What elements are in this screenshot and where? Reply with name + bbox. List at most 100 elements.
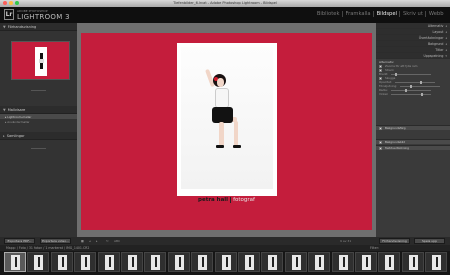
offset-slider[interactable]	[400, 84, 441, 88]
thumbnail-figure	[38, 257, 41, 267]
photo-shoe	[233, 145, 241, 148]
text-overlay-checkbox[interactable]	[379, 146, 382, 150]
filmstrip-thumbnail[interactable]	[331, 252, 354, 272]
collapse-triangle-icon: ◂	[445, 29, 447, 34]
play-button[interactable]: Spela upp	[414, 238, 445, 244]
slider-knob[interactable]	[410, 84, 413, 88]
slider-knob[interactable]	[421, 92, 424, 96]
collapse-triangle-icon: ◂	[445, 47, 447, 52]
template-list: ▸ Lightroom-mallar ▸ Användarmallar	[0, 114, 77, 124]
filmstrip-thumbnail[interactable]	[214, 252, 237, 272]
filmstrip-thumbnail[interactable]	[74, 252, 97, 272]
template-folder-label: Användarmallar	[7, 119, 30, 124]
collections-panel-title: Samlingar	[6, 133, 25, 138]
export-pdf-button[interactable]: Exportera PDF...	[4, 238, 35, 244]
identity-plate[interactable]: petra hall fotograf	[81, 196, 372, 204]
template-folder-user[interactable]: ▸ Användarmallar	[0, 119, 77, 124]
photo-shoe	[216, 145, 224, 148]
thumbnail-figure	[295, 257, 298, 267]
templates-panel-header[interactable]: ▼ Mallvisare	[0, 106, 77, 114]
templates-panel: ▼ Mallvisare	[0, 106, 77, 114]
module-web[interactable]: Webb	[426, 11, 446, 17]
play-icon[interactable]: ▸	[96, 238, 98, 244]
thumbnail-figure	[389, 257, 392, 267]
zoom-to-fill-checkbox[interactable]	[379, 64, 382, 68]
module-develop[interactable]: Framkalla	[343, 11, 373, 17]
option-label: Bakgrundsfärg	[385, 126, 406, 130]
option-label: Textövertäckning	[385, 146, 409, 150]
section-title: Övertäckningar	[418, 35, 444, 40]
photo-skirt	[212, 107, 233, 123]
panel-end-ornament	[31, 89, 46, 91]
previous-slide-icon[interactable]: ◂	[89, 238, 91, 244]
filmstrip-thumbnail[interactable]	[4, 252, 26, 272]
module-picker: Bibliotek Framkalla Bildspel Skriv ut We…	[314, 11, 446, 17]
stop-icon[interactable]: ■	[81, 238, 84, 244]
filmstrip-thumbnail[interactable]	[144, 252, 167, 272]
filmstrip-thumbnail[interactable]	[27, 252, 50, 272]
slide-counter: 9 av 31	[340, 239, 352, 243]
background-image-row[interactable]: Bakgrundsbild	[376, 139, 450, 144]
right-panel: Alternativ ◂ Layout ◂ Övertäckningar ◂ Bakg…	[376, 23, 450, 237]
opacity-slider[interactable]	[394, 80, 435, 84]
preview-figure-top	[39, 59, 44, 63]
lightroom-logo: Lr	[4, 9, 14, 20]
width-slider[interactable]	[391, 72, 432, 76]
expand-triangle-icon: ▼	[3, 24, 6, 29]
filmstrip-thumbnail[interactable]	[308, 252, 331, 272]
templates-panel-title: Mallvisare	[7, 107, 26, 112]
identity-plate-name: petra hall	[198, 197, 229, 203]
preview-button[interactable]: Förhandsvisning	[379, 238, 410, 244]
angle-slider[interactable]	[391, 92, 432, 96]
preview-paper	[35, 47, 47, 76]
filmstrip-thumbnail[interactable]	[401, 252, 424, 272]
filmstrip-thumbnail[interactable]	[97, 252, 120, 272]
module-print[interactable]: Skriv ut	[400, 11, 425, 17]
preview-panel-title: Förhandsvisning	[7, 24, 37, 29]
template-folder-label: Lightroom-mallar	[7, 114, 32, 119]
identity-plate-divider	[230, 196, 232, 203]
background-image-checkbox[interactable]	[379, 140, 382, 144]
photo-face	[217, 78, 224, 87]
thumbnail-figure	[412, 257, 415, 267]
thumbnail-figure	[155, 257, 158, 267]
radius-slider[interactable]	[390, 88, 431, 92]
preview-panel-header[interactable]: ▼ Förhandsvisning	[0, 23, 77, 31]
background-color-checkbox[interactable]	[379, 126, 382, 130]
section-title: Titlar	[435, 47, 444, 52]
filmstrip-thumbnail[interactable]	[191, 252, 214, 272]
filmstrip-thumbnail[interactable]	[425, 252, 448, 272]
filmstrip-thumbnail[interactable]	[355, 252, 377, 272]
expand-triangle-icon: ▸	[3, 133, 5, 138]
collections-panel-header[interactable]: ▸ Samlingar	[0, 132, 77, 140]
slider-knob[interactable]	[419, 80, 422, 84]
section-title: Layout	[432, 29, 444, 34]
filmstrip-thumbnail[interactable]	[238, 252, 260, 272]
filmstrip-thumbnail[interactable]	[261, 252, 284, 272]
app-name: LIGHTROOM 3	[17, 13, 70, 21]
thumbnail-figure	[15, 257, 17, 267]
thumbnail-figure	[319, 257, 322, 267]
text-overlay-button[interactable]: ABC	[114, 238, 120, 244]
export-video-button[interactable]: Exportera video...	[40, 238, 71, 244]
filmstrip-thumbnail[interactable]	[378, 252, 401, 272]
module-slideshow[interactable]: Bildspel	[374, 11, 399, 17]
filmstrip-thumbnail[interactable]	[50, 252, 73, 272]
filmstrip-thumbnail[interactable]	[167, 252, 190, 272]
slider-knob[interactable]	[404, 88, 407, 92]
collections-panel: ▸ Samlingar	[0, 132, 77, 140]
section-title: Uppspelning	[423, 53, 444, 58]
filmstrip-thumbnail[interactable]	[121, 252, 143, 272]
rotate-icon[interactable]: ↻	[106, 238, 109, 244]
thumbnail-figure	[272, 257, 275, 267]
window-titlebar[interactable]: Tiefenbilder_6.lrcat - Adobe Photoshop L…	[0, 0, 450, 7]
filmstrip-thumbnail[interactable]	[284, 252, 307, 272]
text-overlay-row[interactable]: Textövertäckning	[376, 145, 450, 150]
slide-photo-frame[interactable]	[177, 43, 277, 196]
slider-knob[interactable]	[395, 72, 398, 76]
thumbnail-figure	[85, 257, 88, 267]
background-color-row[interactable]: Bakgrundsfärg	[376, 125, 450, 130]
photo-leg	[219, 122, 224, 146]
module-library[interactable]: Bibliotek	[314, 11, 342, 17]
thumbnail-figure	[61, 257, 64, 267]
